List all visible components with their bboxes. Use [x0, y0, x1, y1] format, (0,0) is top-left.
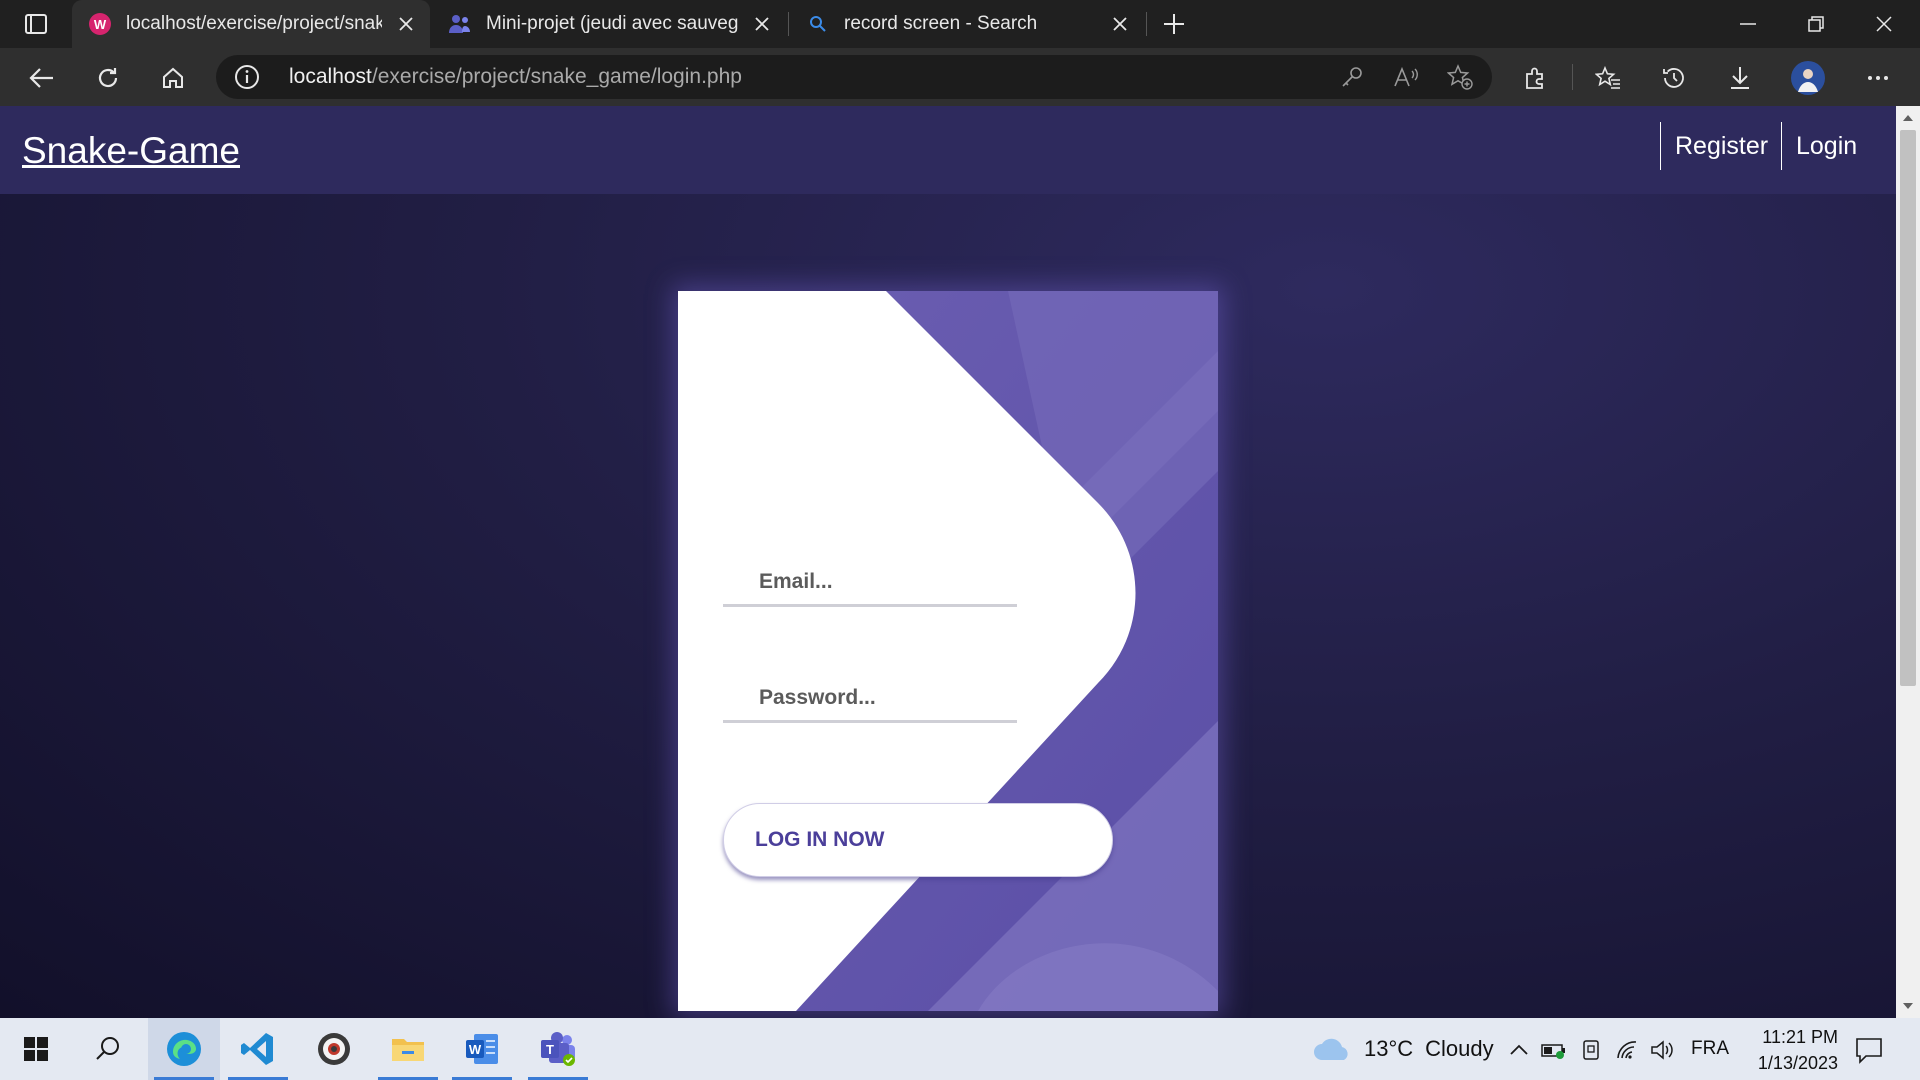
file-explorer-icon[interactable] [372, 1018, 444, 1080]
device-link-icon[interactable] [1578, 1037, 1604, 1063]
teams-people-icon [448, 12, 472, 36]
tab-title: localhost/exercise/project/snake_game/lo… [126, 13, 382, 34]
refresh-icon[interactable] [88, 58, 128, 98]
card-background-shape [678, 291, 1218, 1011]
password-input[interactable] [723, 675, 1017, 720]
read-aloud-icon[interactable] [1392, 63, 1420, 91]
scroll-down-arrow-icon[interactable] [1902, 1000, 1914, 1012]
key-icon[interactable] [1338, 63, 1366, 91]
wifi-icon[interactable] [1614, 1037, 1640, 1063]
vscode-icon[interactable] [222, 1018, 294, 1080]
svg-text:W: W [94, 17, 107, 32]
taskbar-search-icon[interactable] [72, 1018, 144, 1080]
history-icon[interactable] [1654, 58, 1694, 98]
log-in-now-button[interactable]: LOG IN NOW [723, 803, 1113, 877]
browser-toolbar: localhost/exercise/project/snake_game/lo… [0, 48, 1920, 106]
restore-icon[interactable] [1784, 0, 1848, 48]
downloads-icon[interactable] [1720, 58, 1760, 98]
page-scrollbar[interactable] [1896, 106, 1920, 1018]
tab-title: record screen - Search [844, 13, 1038, 34]
email-field[interactable] [723, 559, 1017, 607]
show-hidden-icons-chevron-icon[interactable] [1506, 1037, 1532, 1063]
clock-time: 11:21 PM [1762, 1027, 1838, 1047]
home-icon[interactable] [153, 58, 193, 98]
password-field[interactable] [723, 675, 1017, 723]
browser-tab-strip: W localhost/exercise/project/snake_game/… [0, 0, 1920, 48]
notifications-icon[interactable] [1854, 1036, 1884, 1064]
profile-avatar[interactable] [1788, 58, 1828, 98]
close-tab-icon[interactable] [750, 12, 774, 36]
edge-browser-icon[interactable] [148, 1018, 220, 1080]
add-favorite-star-icon[interactable] [1446, 63, 1474, 91]
obs-studio-icon[interactable] [298, 1018, 370, 1080]
brand-link[interactable]: Snake-Game [22, 130, 240, 172]
clock-date: 1/13/2023 [1757, 1053, 1838, 1073]
volume-icon[interactable] [1649, 1037, 1675, 1063]
address-bar[interactable]: localhost/exercise/project/snake_game/lo… [216, 55, 1492, 99]
url-host: localhost [289, 65, 372, 88]
php-favicon-icon: W [88, 12, 112, 36]
weather-temp: 13°C [1364, 1036, 1414, 1061]
site-info-icon[interactable] [234, 64, 260, 90]
email-input[interactable] [723, 559, 1017, 604]
minimize-icon[interactable] [1716, 0, 1780, 48]
login-card: LOG IN NOW [678, 291, 1218, 1011]
windows-start-icon[interactable] [0, 1018, 72, 1080]
scroll-up-arrow-icon[interactable] [1902, 112, 1914, 124]
toolbar-separator [1572, 64, 1573, 90]
tab-snake-login[interactable]: W localhost/exercise/project/snake_game/… [72, 0, 430, 48]
input-language[interactable]: FRA [1691, 1018, 1729, 1080]
webpage: Snake-Game Register Login LOG IN NOW [0, 106, 1896, 1018]
tab-mini-projet[interactable]: Mini-projet (jeudi avec sauvegarde) [432, 0, 786, 48]
login-link[interactable]: Login [1781, 122, 1871, 170]
more-options-icon[interactable] [1858, 58, 1898, 98]
new-tab-plus-icon[interactable] [1158, 10, 1190, 38]
tab-actions-icon[interactable] [16, 10, 56, 38]
system-clock[interactable]: 11:21 PM 1/13/2023 [1738, 1024, 1838, 1076]
site-header: Snake-Game Register Login [0, 106, 1896, 194]
close-tab-icon[interactable] [1108, 12, 1132, 36]
url-path: /exercise/project/snake_game/login.php [371, 65, 742, 88]
tab-title: Mini-projet (jeudi avec sauvegarde) [486, 13, 738, 34]
url-text: localhost/exercise/project/snake_game/lo… [289, 55, 742, 99]
windows-taskbar: W T 13°C Cloudy FRA 11:21 PM 1/13/2023 [0, 1018, 1920, 1080]
close-tab-icon[interactable] [394, 12, 418, 36]
register-link[interactable]: Register [1660, 122, 1782, 170]
search-icon [806, 12, 830, 36]
word-icon[interactable]: W [446, 1018, 518, 1080]
svg-text:T: T [546, 1042, 554, 1057]
svg-text:W: W [469, 1042, 482, 1057]
cloud-icon [1314, 1038, 1348, 1060]
scroll-thumb[interactable] [1900, 130, 1916, 686]
close-window-icon[interactable] [1852, 0, 1916, 48]
favorites-icon[interactable] [1588, 58, 1628, 98]
tab-separator [1146, 12, 1147, 36]
battery-icon[interactable] [1541, 1037, 1567, 1063]
tab-record-screen-search[interactable]: record screen - Search [790, 0, 1144, 48]
weather-widget[interactable]: 13°C Cloudy [1312, 1018, 1494, 1080]
extensions-puzzle-icon[interactable] [1515, 58, 1555, 98]
tab-separator [788, 12, 789, 36]
teams-icon[interactable]: T [522, 1018, 594, 1080]
weather-condition: Cloudy [1425, 1036, 1494, 1061]
back-arrow-icon[interactable] [22, 58, 62, 98]
